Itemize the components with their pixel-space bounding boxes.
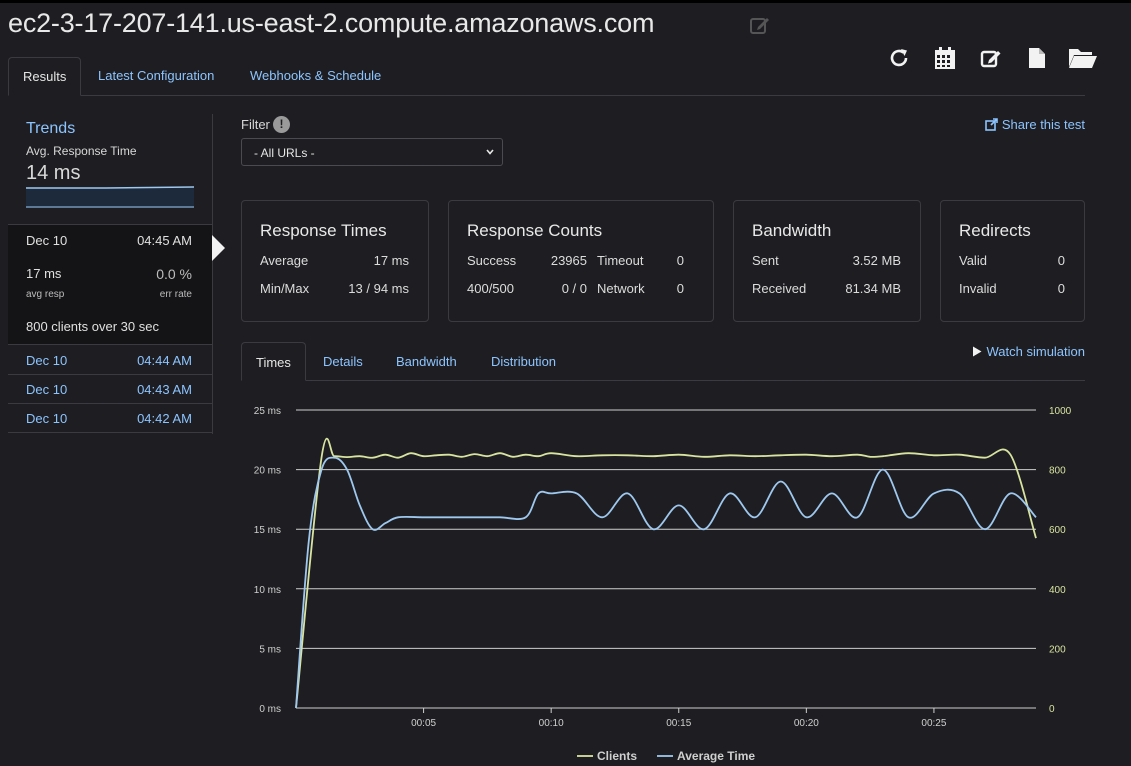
y-right-tick-label: 600: [1049, 525, 1066, 536]
filter-label: Filter: [241, 117, 270, 132]
success-value: 23965: [550, 253, 587, 268]
y-right-tick-label: 400: [1049, 585, 1066, 596]
average-label: Average: [260, 253, 309, 268]
series-line-average-time: [295, 456, 1037, 709]
watch-simulation-link[interactable]: Watch simulation: [972, 344, 1086, 359]
average-value: 17 ms: [373, 253, 409, 268]
card-title: Response Counts: [467, 221, 603, 240]
trend-metric-value: 14 ms: [26, 162, 81, 184]
network-value: 0: [676, 281, 684, 296]
run-row[interactable]: Dec 10 04:44 AM: [8, 346, 212, 375]
share-test-label: Share this test: [1001, 117, 1085, 132]
x-tick-label: 00:05: [411, 718, 436, 729]
sent-label: Sent: [752, 253, 779, 268]
tab-details[interactable]: Details: [309, 342, 377, 381]
received-label: Received: [752, 281, 807, 296]
run-avg-resp-label: avg resp: [26, 289, 65, 300]
timeout-label: Timeout: [597, 253, 644, 268]
chart-tabs: Times Details Bandwidth Distribution: [241, 342, 1085, 381]
trends-sidebar: Trends Avg. Response Time 14 ms Dec 10 0…: [8, 114, 225, 434]
valid-label: Valid: [959, 253, 987, 268]
series-line-clients: [295, 437, 1037, 709]
run-err-rate-label: err rate: [159, 289, 192, 300]
play-icon: [972, 346, 981, 357]
active-run-pointer: [212, 235, 225, 261]
y-right-tick-label: 1000: [1049, 406, 1072, 417]
y-right-tick-label: 200: [1049, 644, 1066, 655]
tab-latest-configuration[interactable]: Latest Configuration: [84, 57, 228, 96]
received-value: 81.34 MB: [845, 281, 901, 296]
run-date: Dec 10: [26, 382, 68, 397]
run-time: 04:43 AM: [137, 382, 192, 397]
legend-label-clients: Clients: [597, 749, 637, 763]
network-label: Network: [597, 281, 645, 296]
card-title: Bandwidth: [752, 221, 832, 240]
errors-label: 400/500: [467, 281, 514, 296]
card-title: Redirects: [959, 221, 1031, 240]
y-left-tick-label: 20 ms: [254, 466, 281, 477]
active-run[interactable]: Dec 10 04:45 AM 17 ms avg resp 0.0 % err…: [8, 224, 225, 345]
edit-title-icon[interactable]: [749, 14, 771, 36]
x-tick-label: 00:25: [921, 718, 946, 729]
main-tabs: Results Latest Configuration Webhooks & …: [8, 57, 1085, 96]
run-time: 04:42 AM: [137, 411, 192, 426]
y-left-tick-label: 0 ms: [259, 704, 281, 715]
window-top-border: [0, 0, 1131, 3]
chevron-down-icon: [486, 149, 494, 155]
run-avg-resp: 17 ms: [26, 266, 62, 281]
valid-value: 0: [1057, 253, 1065, 268]
page-title: ec2-3-17-207-141.us-east-2.compute.amazo…: [8, 8, 655, 38]
tab-bandwidth[interactable]: Bandwidth: [382, 342, 471, 381]
minmax-value: 13 / 94 ms: [348, 281, 409, 296]
response-counts-card: Response Counts Success 23965 Timeout 0 …: [448, 200, 714, 322]
success-label: Success: [467, 253, 517, 268]
y-left-tick-label: 25 ms: [254, 406, 281, 417]
info-icon[interactable]: !: [273, 116, 290, 133]
y-left-tick-label: 15 ms: [254, 525, 281, 536]
y-right-tick-label: 0: [1049, 704, 1055, 715]
run-time: 04:44 AM: [137, 353, 192, 368]
invalid-label: Invalid: [959, 281, 997, 296]
run-clients-summary: 800 clients over 30 sec: [26, 319, 159, 334]
trend-metric-label: Avg. Response Time: [26, 144, 137, 158]
errors-value: 0 / 0: [561, 281, 587, 296]
minmax-label: Min/Max: [260, 281, 310, 296]
y-left-tick-label: 5 ms: [259, 644, 281, 655]
run-err-rate: 0.0 %: [156, 266, 192, 282]
run-row[interactable]: Dec 10 04:43 AM: [8, 375, 212, 404]
run-date: Dec 10: [26, 233, 68, 248]
tab-times[interactable]: Times: [241, 342, 306, 381]
card-title: Response Times: [260, 221, 387, 240]
tab-results[interactable]: Results: [8, 57, 82, 96]
x-tick-label: 00:20: [794, 718, 819, 729]
share-test-link[interactable]: Share this test: [985, 117, 1085, 132]
times-chart: 0 ms 0 5 ms 200 10 ms 400 15 ms 600 20 ms 800 25 m…: [254, 406, 1072, 763]
timeout-value: 0: [676, 253, 684, 268]
tab-webhooks-schedule[interactable]: Webhooks & Schedule: [236, 57, 395, 96]
run-date: Dec 10: [26, 411, 68, 426]
run-time: 04:45 AM: [137, 233, 192, 248]
url-filter-value: - All URLs -: [254, 146, 315, 160]
share-icon: [985, 118, 998, 131]
redirects-card: Redirects Valid 0 Invalid 0: [940, 200, 1085, 322]
response-times-card: Response Times Average 17 ms Min/Max 13 …: [241, 200, 429, 322]
y-right-tick-label: 800: [1049, 466, 1066, 477]
run-row[interactable]: Dec 10 04:42 AM: [8, 404, 212, 433]
tab-distribution[interactable]: Distribution: [477, 342, 570, 381]
run-date: Dec 10: [26, 353, 68, 368]
trends-title[interactable]: Trends: [26, 120, 75, 138]
trend-sparkline: [26, 186, 194, 208]
x-tick-label: 00:15: [666, 718, 691, 729]
url-filter-select[interactable]: - All URLs -: [241, 138, 503, 166]
y-left-tick-label: 10 ms: [254, 585, 281, 596]
x-tick-label: 00:10: [539, 718, 564, 729]
watch-simulation-label: Watch simulation: [986, 344, 1086, 359]
sent-value: 3.52 MB: [852, 253, 901, 268]
legend-label-average-time: Average Time: [677, 749, 755, 763]
invalid-value: 0: [1057, 281, 1065, 296]
bandwidth-card: Bandwidth Sent 3.52 MB Received 81.34 MB: [733, 200, 921, 322]
